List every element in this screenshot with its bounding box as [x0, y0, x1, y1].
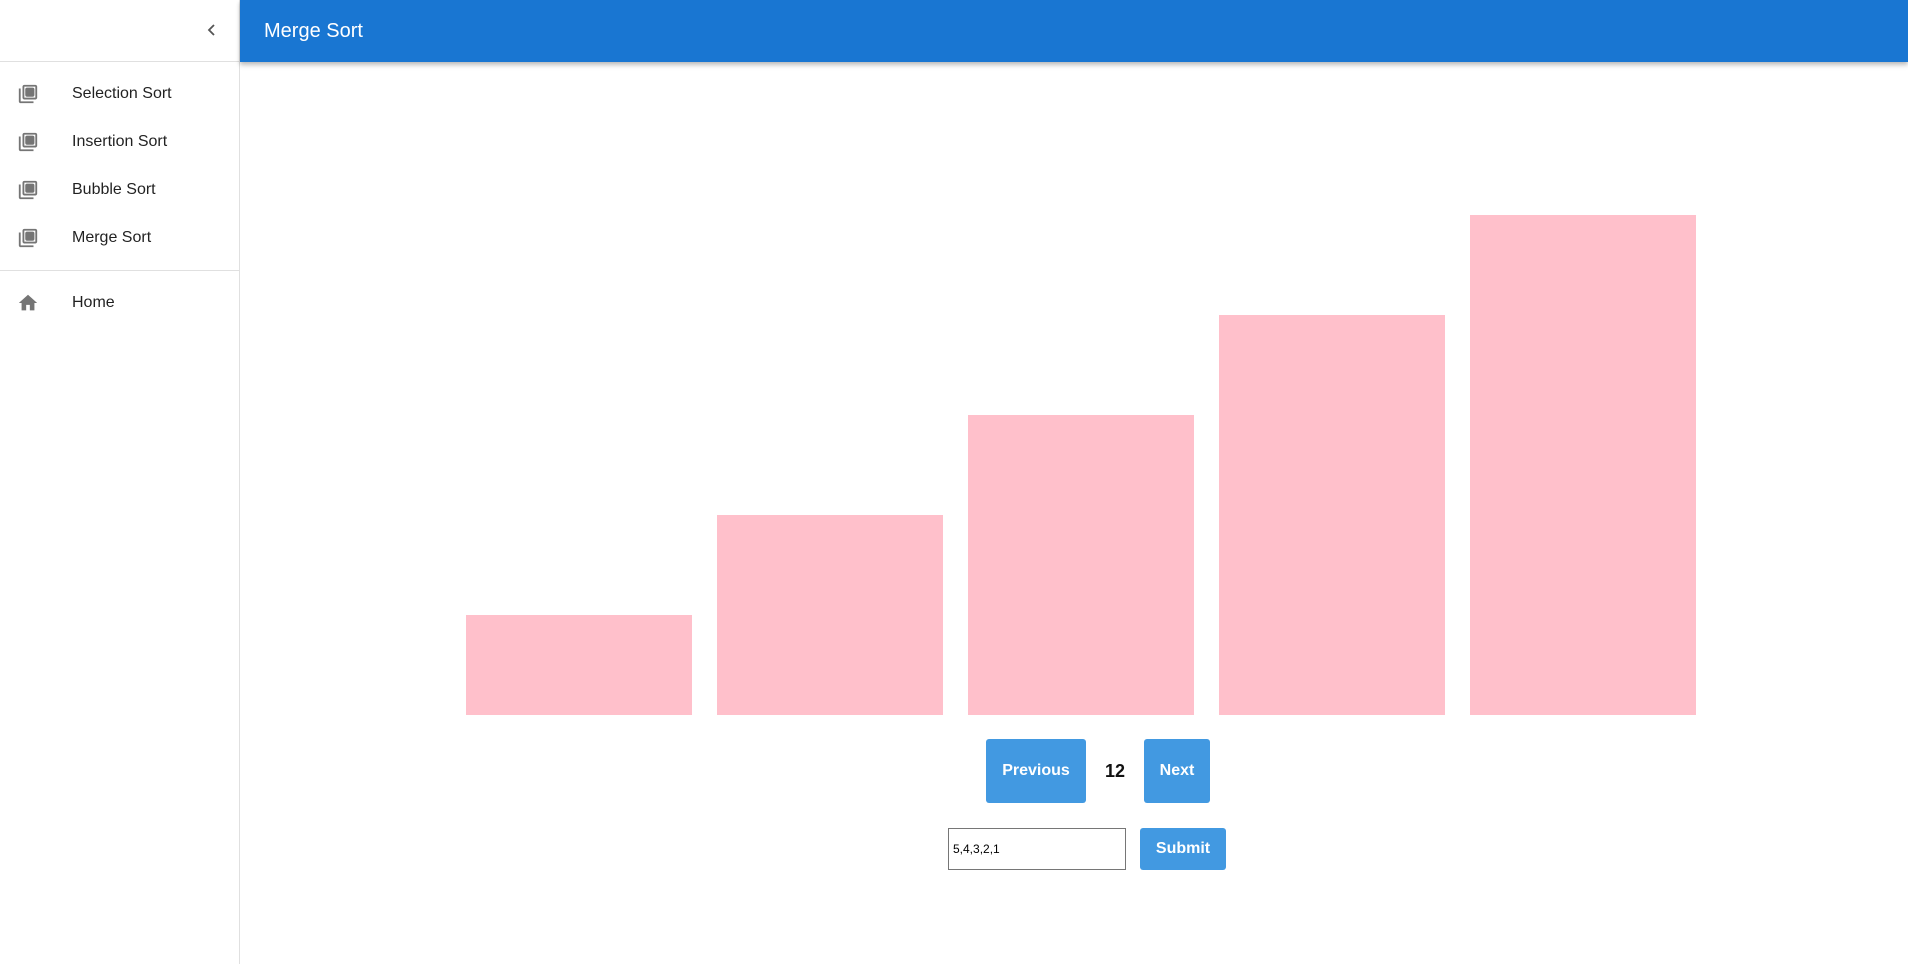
library-books-icon — [16, 226, 40, 250]
collapse-drawer-button[interactable] — [200, 15, 224, 45]
sidebar-divider — [0, 270, 239, 271]
array-input[interactable] — [948, 828, 1126, 870]
array-input-form: Submit — [948, 828, 1226, 870]
array-bar — [466, 615, 692, 715]
array-bar-chart — [240, 62, 1908, 715]
step-controls: Previous 12 Next — [986, 739, 1210, 803]
sort-nav-list: Selection Sort Insertion Sort Bubble Sor… — [0, 62, 239, 262]
sidebar-item-label: Bubble Sort — [72, 181, 156, 198]
library-books-icon — [16, 82, 40, 106]
step-counter: 12 — [1104, 760, 1126, 781]
array-bar — [717, 515, 943, 715]
array-bar — [968, 415, 1194, 715]
sidebar-item-home[interactable]: Home — [0, 279, 239, 327]
sidebar-item-merge-sort[interactable]: Merge Sort — [0, 214, 239, 262]
main-content: Previous 12 Next Submit — [240, 62, 1908, 964]
page-title: Merge Sort — [264, 19, 363, 42]
sidebar-item-selection-sort[interactable]: Selection Sort — [0, 70, 239, 118]
sidebar-drawer: Selection Sort Insertion Sort Bubble Sor… — [0, 0, 240, 964]
previous-button[interactable]: Previous — [986, 739, 1086, 803]
sidebar-item-label: Merge Sort — [72, 229, 152, 246]
chevron-left-icon — [207, 24, 215, 36]
sidebar-item-label: Selection Sort — [72, 85, 172, 102]
sidebar-item-label: Home — [72, 294, 115, 311]
submit-button[interactable]: Submit — [1140, 828, 1226, 870]
sidebar-item-label: Insertion Sort — [72, 133, 168, 150]
home-icon — [16, 291, 40, 315]
sidebar-header — [0, 0, 239, 62]
app-bar: Merge Sort — [240, 0, 1908, 62]
library-books-icon — [16, 178, 40, 202]
sidebar-item-bubble-sort[interactable]: Bubble Sort — [0, 166, 239, 214]
next-button[interactable]: Next — [1144, 739, 1210, 803]
array-bar — [1470, 215, 1696, 715]
array-bar — [1219, 315, 1445, 715]
library-books-icon — [16, 130, 40, 154]
sidebar-item-insertion-sort[interactable]: Insertion Sort — [0, 118, 239, 166]
